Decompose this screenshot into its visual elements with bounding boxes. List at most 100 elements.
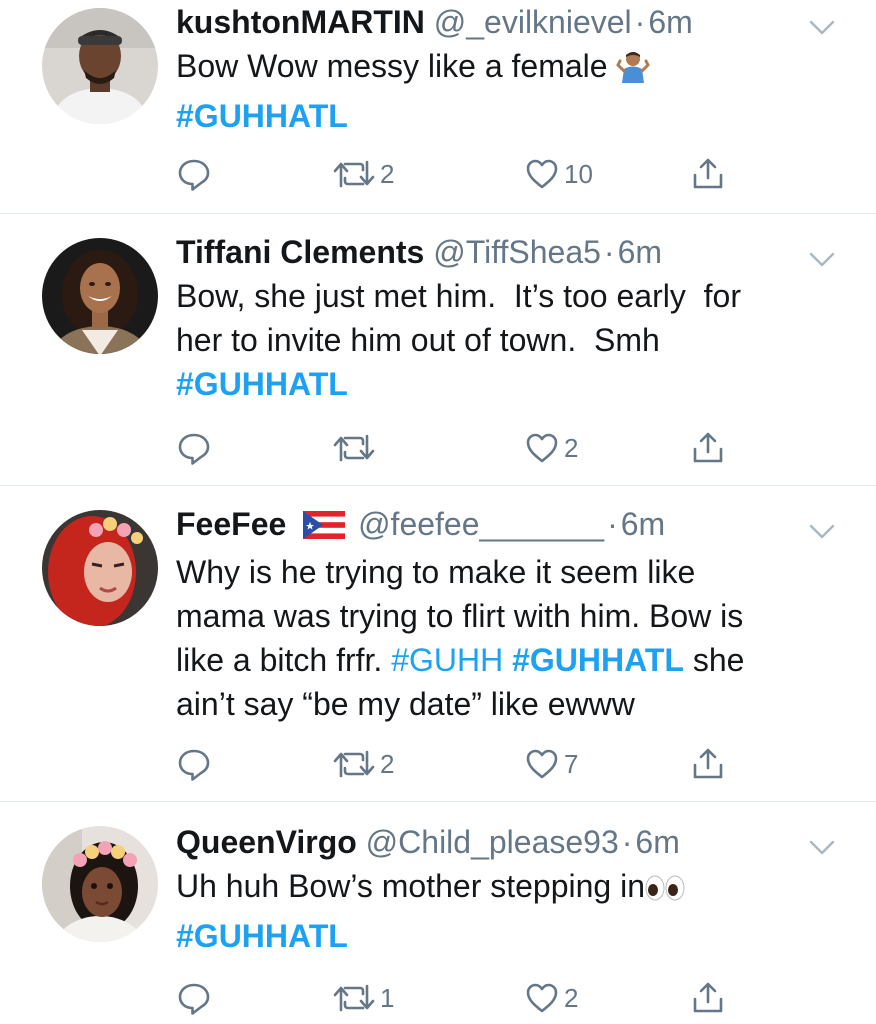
tweet[interactable]: QueenVirgo @Child_please93·6m Uh huh Bow… (0, 802, 876, 1024)
share-button[interactable] (690, 742, 726, 786)
like-count: 10 (564, 158, 593, 189)
tweet[interactable]: FeeFee @feefee_______·6m Why is he tryin… (0, 486, 876, 802)
share-button[interactable] (690, 152, 726, 196)
like-count: 7 (564, 748, 579, 779)
tweet-header: FeeFee @feefee_______·6m (176, 502, 852, 550)
retweet-icon (332, 430, 376, 466)
woman-avatar[interactable] (42, 238, 158, 354)
red-hair-woman-avatar[interactable] (42, 510, 158, 626)
user-handle[interactable]: @feefee_______ (358, 506, 604, 542)
tweet-text-fragment: she (692, 642, 745, 678)
tweet-actions: 1 2 (176, 976, 876, 1020)
reply-button[interactable] (176, 152, 212, 196)
display-name[interactable]: Tiffani Clements (176, 234, 424, 270)
tweet[interactable]: Tiffani Clements @TiffShea5·6m Bow, she … (0, 214, 876, 486)
tweet-header: Tiffani Clements @TiffShea5·6m (176, 230, 852, 274)
display-name[interactable]: QueenVirgo (176, 824, 357, 860)
chevron-down-icon[interactable] (808, 18, 836, 38)
eyes-icon (645, 870, 685, 914)
like-button[interactable]: 7 (524, 742, 578, 786)
person-shrugging-icon (616, 49, 651, 94)
reply-icon (176, 156, 212, 192)
tweet-text-line: Bow, she just met him. It’s too early fo… (176, 278, 741, 314)
tweet-text-line: mama was trying to flirt with him. Bow i… (176, 598, 744, 634)
display-name[interactable]: FeeFee (176, 506, 286, 542)
tweet-text-line: Bow Wow messy like a female (176, 48, 608, 84)
heart-icon (524, 430, 560, 466)
tweet-actions: 2 10 (176, 152, 876, 196)
man-avatar[interactable] (42, 8, 158, 124)
tweet-text: Uh huh Bow’s mother stepping in (176, 864, 852, 914)
tweet-text-line: Why is he trying to make it seem like (176, 554, 696, 590)
reply-button[interactable] (176, 742, 212, 786)
tweet-text: Bow Wow messy like a female (176, 44, 852, 94)
tweet-body: FeeFee @feefee_______·6m Why is he tryin… (176, 502, 852, 726)
separator-dot: · (607, 506, 618, 542)
like-button[interactable]: 2 (524, 976, 578, 1020)
hashtag-line: #GUHHATL (176, 914, 852, 958)
tweet-body: QueenVirgo @Child_please93·6m Uh huh Bow… (176, 820, 852, 958)
timestamp[interactable]: 6m (648, 4, 692, 40)
hashtag-link[interactable]: #GUHHATL (176, 98, 348, 134)
heart-icon (524, 746, 560, 782)
timestamp[interactable]: 6m (618, 234, 662, 270)
tweet-header: kushtonMARTIN @_evilknievel·6m (176, 0, 852, 44)
share-icon (690, 430, 726, 466)
tweet-body: kushtonMARTIN @_evilknievel·6m Bow Wow m… (176, 0, 852, 138)
user-handle[interactable]: @_evilknievel (434, 4, 632, 40)
tweet-text-line: ain’t say “be my date” like ewww (176, 686, 635, 722)
separator-dot: · (634, 4, 646, 40)
reply-button[interactable] (176, 976, 212, 1020)
chevron-down-icon[interactable] (808, 250, 836, 270)
like-button[interactable]: 2 (524, 426, 578, 470)
tweet-actions: 2 7 (176, 742, 876, 786)
reply-icon (176, 746, 212, 782)
heart-icon (524, 156, 560, 192)
retweet-button[interactable]: 2 (332, 742, 394, 786)
chevron-down-icon[interactable] (808, 522, 836, 542)
user-handle[interactable]: @TiffShea5 (433, 234, 601, 270)
flower-crown-woman-avatar[interactable] (42, 826, 158, 942)
retweet-icon (332, 156, 376, 192)
tweet-text-line: her to invite him out of town. Smh (176, 322, 660, 358)
hashtag-line: #GUHHATL (176, 94, 852, 138)
timestamp[interactable]: 6m (621, 506, 665, 542)
share-icon (690, 156, 726, 192)
like-count: 2 (564, 982, 579, 1013)
display-name[interactable]: kushtonMARTIN (176, 4, 425, 40)
user-handle[interactable]: @Child_please93 (366, 824, 619, 860)
retweet-count: 2 (380, 158, 395, 189)
retweet-button[interactable]: 1 (332, 976, 394, 1020)
retweet-button[interactable]: 2 (332, 152, 394, 196)
tweet-text: Why is he trying to make it seem like ma… (176, 550, 852, 726)
retweet-count: 1 (380, 982, 395, 1013)
hashtag-link[interactable]: #GUHHATL (176, 366, 348, 402)
tweet-text-line: like a bitch frfr. (176, 642, 383, 678)
retweet-button[interactable] (332, 426, 380, 470)
tweet[interactable]: kushtonMARTIN @_evilknievel·6m Bow Wow m… (0, 0, 876, 214)
retweet-count: 2 (380, 748, 395, 779)
hashtag-link[interactable]: #GUHH (391, 642, 503, 678)
chevron-down-icon[interactable] (808, 838, 836, 858)
separator-dot: · (603, 234, 615, 270)
reply-icon (176, 980, 212, 1016)
tweet-header: QueenVirgo @Child_please93·6m (176, 820, 852, 864)
like-button[interactable]: 10 (524, 152, 593, 196)
tweet-text-line: Uh huh Bow’s mother stepping in (176, 868, 646, 904)
share-icon (690, 746, 726, 782)
tweet-body: Tiffani Clements @TiffShea5·6m Bow, she … (176, 230, 852, 406)
separator-dot: · (621, 824, 633, 860)
reply-button[interactable] (176, 426, 212, 470)
tweet-actions: 2 (176, 426, 876, 470)
share-icon (690, 980, 726, 1016)
share-button[interactable] (690, 976, 726, 1020)
reply-icon (176, 430, 212, 466)
share-button[interactable] (690, 426, 726, 470)
hashtag-link[interactable]: #GUHHATL (512, 642, 684, 678)
tweet-text: Bow, she just met him. It’s too early fo… (176, 274, 852, 406)
like-count: 2 (564, 432, 579, 463)
hashtag-link[interactable]: #GUHHATL (176, 918, 348, 954)
retweet-icon (332, 980, 376, 1016)
heart-icon (524, 980, 560, 1016)
timestamp[interactable]: 6m (635, 824, 679, 860)
